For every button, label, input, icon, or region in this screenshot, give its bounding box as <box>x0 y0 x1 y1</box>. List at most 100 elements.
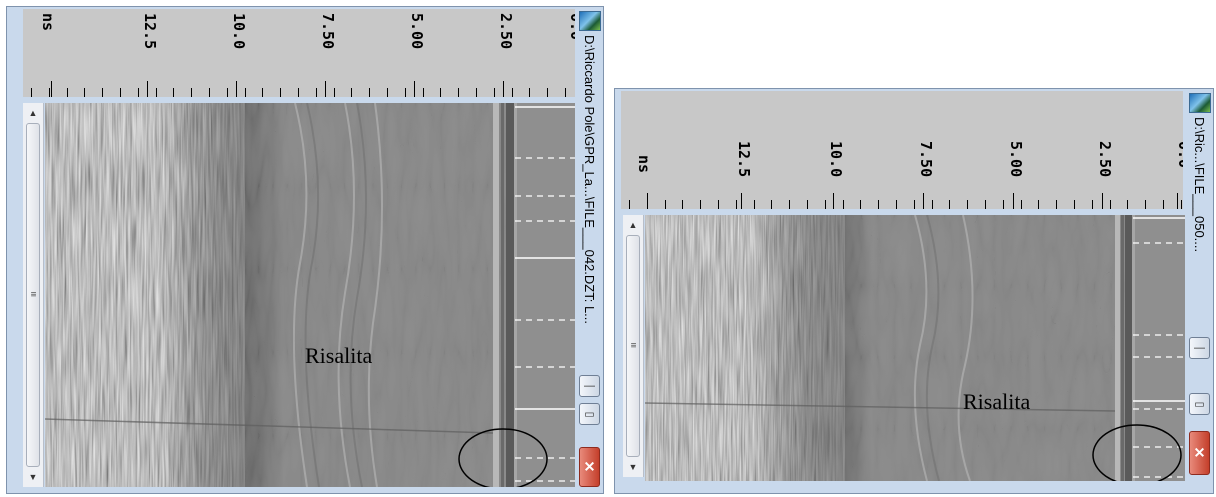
ruler-minor-tick <box>298 88 299 97</box>
ruler-minor-tick <box>547 88 548 97</box>
risalita-annotation: Risalita <box>305 343 373 368</box>
ruler-major-tick <box>236 81 237 97</box>
ruler-unit-label: ns <box>635 155 653 174</box>
ruler-major-tick <box>1013 193 1014 209</box>
vertical-scrollbar-1[interactable]: ▲ ≡ ▼ <box>23 103 44 487</box>
ruler-minor-tick <box>1092 200 1093 209</box>
close-icon: ✕ <box>1193 444 1206 461</box>
close-button[interactable]: ✕ <box>1189 431 1210 475</box>
title-bar-2[interactable]: D:\Ric...\FILE___050.... — ▭ ✕ <box>1185 89 1215 493</box>
ruler-minor-tick <box>262 88 263 97</box>
time-ruler-1: ns 12.5 10.0 7.50 5.00 2.50 0.0 <box>23 9 575 97</box>
app-icon <box>579 11 601 31</box>
ruler-minor-tick <box>369 88 370 97</box>
window-title-2: D:\Ric...\FILE___050.... <box>1192 117 1207 253</box>
ruler-minor-tick <box>334 88 335 97</box>
maximize-icon: ▭ <box>1194 398 1205 411</box>
minimize-icon: — <box>1194 342 1205 354</box>
ruler-minor-tick <box>682 200 683 209</box>
ruler-minor-tick <box>84 88 85 97</box>
title-bar-1[interactable]: D:\Riccardo Pole\GPR_La...\FILE___042.DZ… <box>575 7 605 493</box>
ruler-minor-tick <box>1163 200 1164 209</box>
ruler-minor-tick <box>512 88 513 97</box>
ruler-minor-tick <box>49 88 50 97</box>
minimize-icon: — <box>584 380 595 392</box>
ruler-major-tick <box>147 81 148 97</box>
ruler-minor-tick <box>736 200 737 209</box>
ruler-tick-label: 0.0 <box>567 13 575 41</box>
ruler-minor-tick <box>316 88 317 97</box>
ruler-tick-label: 5.00 <box>1007 141 1025 178</box>
radargram-svg-1 <box>45 103 575 487</box>
maximize-icon: ▭ <box>584 408 595 421</box>
ruler-minor-tick <box>1056 200 1057 209</box>
maximize-button[interactable]: ▭ <box>579 403 600 425</box>
ruler-minor-tick <box>1110 200 1111 209</box>
ruler-minor-tick <box>1074 200 1075 209</box>
ruler-unit-label: ns <box>39 13 57 32</box>
radargram-image-1 <box>45 103 575 487</box>
ruler-minor-tick <box>949 200 950 209</box>
ruler-minor-tick <box>718 200 719 209</box>
ruler-minor-tick <box>423 88 424 97</box>
ruler-major-tick <box>325 81 326 97</box>
ruler-tick-label: 0.0 <box>1175 141 1183 169</box>
ruler-major-tick <box>1177 193 1178 209</box>
ruler-minor-tick <box>985 200 986 209</box>
ruler-minor-tick <box>1145 200 1146 209</box>
risalita-annotation: Risalita <box>963 389 1031 414</box>
ruler-minor-tick <box>173 88 174 97</box>
ruler-minor-tick <box>458 88 459 97</box>
ruler-minor-tick <box>878 200 879 209</box>
scrollbar-thumb[interactable]: ≡ <box>626 235 640 457</box>
scroll-up-arrow-icon[interactable]: ▲ <box>623 219 643 231</box>
scrollbar-thumb[interactable]: ≡ <box>26 123 40 467</box>
ruler-minor-tick <box>191 88 192 97</box>
radargram-image-2 <box>645 215 1185 481</box>
ruler-minor-tick <box>529 88 530 97</box>
ruler-tick-label: 2.50 <box>1096 141 1114 178</box>
scroll-down-arrow-icon[interactable]: ▼ <box>623 461 643 473</box>
minimize-button[interactable]: — <box>1189 337 1210 359</box>
ruler-minor-tick <box>789 200 790 209</box>
ruler-minor-tick <box>387 88 388 97</box>
scroll-up-arrow-icon[interactable]: ▲ <box>23 107 43 119</box>
ruler-minor-tick <box>156 88 157 97</box>
radargram-window-1: ns 12.5 10.0 7.50 5.00 2.50 0.0 ▲ ≡ ▼ Ri… <box>6 6 604 494</box>
time-ruler-2: ns 12.5 10.0 7.50 5.00 2.50 0.0 <box>621 91 1183 209</box>
ruler-major-tick <box>1102 193 1103 209</box>
ruler-minor-tick <box>405 88 406 97</box>
ruler-tick-label: 10.0 <box>827 141 845 178</box>
ruler-major-tick <box>51 81 52 97</box>
close-button[interactable]: ✕ <box>579 447 600 487</box>
ruler-minor-tick <box>932 200 933 209</box>
ruler-tick-label: 12.5 <box>141 13 159 50</box>
ruler-minor-tick <box>209 88 210 97</box>
ruler-minor-tick <box>1003 200 1004 209</box>
scroll-down-arrow-icon[interactable]: ▼ <box>23 471 43 483</box>
minimize-button[interactable]: — <box>579 375 600 397</box>
ruler-tick-label: 7.50 <box>917 141 935 178</box>
ruler-minor-tick <box>280 88 281 97</box>
ruler-minor-tick <box>565 88 566 97</box>
scrollbar-grip-icon: ≡ <box>30 289 37 301</box>
radargram-svg-2 <box>645 215 1185 481</box>
ruler-minor-tick <box>807 200 808 209</box>
ruler-minor-tick <box>967 200 968 209</box>
radargram-window-2: ns 12.5 10.0 7.50 5.00 2.50 0.0 ▲ ≡ ▼ Ri… <box>614 88 1214 494</box>
ruler-major-tick <box>923 193 924 209</box>
ruler-minor-tick <box>825 200 826 209</box>
ruler-minor-tick <box>700 200 701 209</box>
ruler-tick-label: 12.5 <box>735 141 753 178</box>
ruler-major-tick <box>647 193 648 209</box>
ruler-minor-tick <box>1127 200 1128 209</box>
ruler-minor-tick <box>1181 200 1182 209</box>
ruler-major-tick <box>414 81 415 97</box>
ruler-tick-label: 5.00 <box>408 13 426 50</box>
ruler-minor-tick <box>754 200 755 209</box>
vertical-scrollbar-2[interactable]: ▲ ≡ ▼ <box>623 215 644 477</box>
maximize-button[interactable]: ▭ <box>1189 393 1210 415</box>
ruler-minor-tick <box>843 200 844 209</box>
ruler-minor-tick <box>771 200 772 209</box>
ruler-minor-tick <box>440 88 441 97</box>
